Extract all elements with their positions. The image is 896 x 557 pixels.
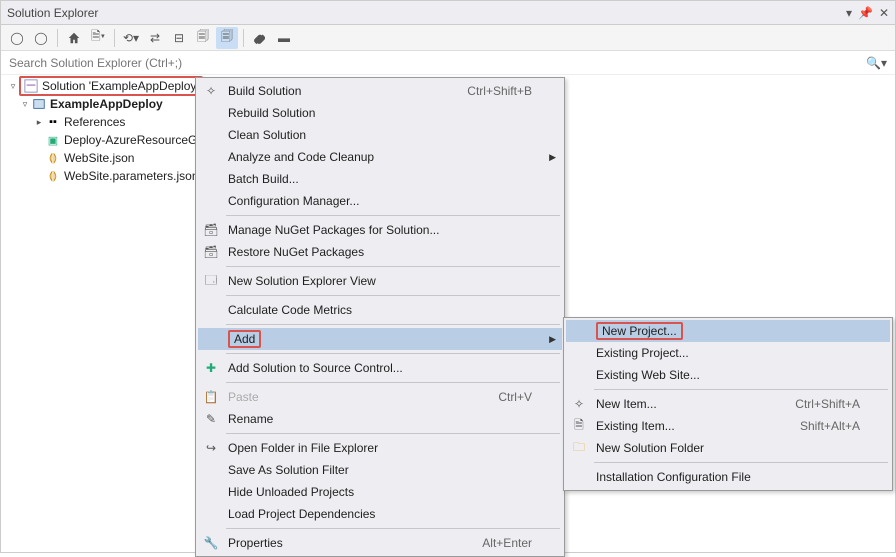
submenu-existproject[interactable]: Existing Project... — [566, 342, 890, 364]
source-icon: ✚ — [200, 357, 222, 379]
menu-rebuild[interactable]: Rebuild Solution — [198, 102, 562, 124]
properties-button[interactable] — [249, 27, 271, 49]
menu-analyze[interactable]: Analyze and Code Cleanup▶ — [198, 146, 562, 168]
menu-separator — [226, 266, 560, 267]
menu-separator — [226, 528, 560, 529]
panel-title: Solution Explorer — [7, 6, 98, 20]
rename-icon: ✎ — [200, 408, 222, 430]
menu-restore[interactable]: 🗃Restore NuGet Packages — [198, 241, 562, 263]
menu-separator — [226, 382, 560, 383]
paste-icon: 📋 — [200, 386, 222, 408]
submenu-newfolder[interactable]: 🗀New Solution Folder — [566, 437, 890, 459]
collapse-button[interactable]: ⊟ — [168, 27, 190, 49]
newitem-icon: ✧ — [568, 393, 590, 415]
solution-icon — [23, 78, 39, 94]
menu-batch[interactable]: Batch Build... — [198, 168, 562, 190]
menu-separator — [226, 295, 560, 296]
pending-button[interactable]: ⟲▾ — [120, 27, 142, 49]
submenu-existweb[interactable]: Existing Web Site... — [566, 364, 890, 386]
existitem-icon: 🗎 — [568, 415, 590, 437]
nuget-icon: 🗃 — [200, 219, 222, 241]
menu-source[interactable]: ✚Add Solution to Source Control... — [198, 357, 562, 379]
menu-separator — [226, 215, 560, 216]
menu-separator — [226, 324, 560, 325]
sync-button[interactable]: 🗎▾ — [87, 27, 109, 49]
close-icon[interactable]: ✕ — [879, 6, 889, 20]
separator — [243, 29, 244, 47]
menu-add[interactable]: Add▶ — [198, 328, 562, 350]
project-label: ExampleAppDeploy — [50, 97, 163, 111]
view-button[interactable]: ▬ — [273, 27, 295, 49]
view-icon: 🗔 — [200, 270, 222, 292]
home-button[interactable] — [63, 27, 85, 49]
solution-label: Solution 'ExampleAppDeploy' — [42, 79, 199, 93]
back-button[interactable]: ◯ — [6, 27, 28, 49]
chevron-right-icon: ▶ — [549, 334, 556, 345]
context-menu: ✧Build SolutionCtrl+Shift+B Rebuild Solu… — [195, 77, 565, 557]
menu-deps[interactable]: Load Project Dependencies — [198, 503, 562, 525]
search-icon[interactable]: 🔍▾ — [866, 56, 887, 70]
search-input[interactable] — [9, 56, 866, 70]
references-label: References — [64, 115, 125, 129]
json-icon: ⟬⟭ — [45, 150, 61, 166]
menu-separator — [226, 433, 560, 434]
submenu-install[interactable]: Installation Configuration File — [566, 466, 890, 488]
separator — [57, 29, 58, 47]
add-submenu: New Project... Existing Project... Exist… — [563, 317, 893, 491]
window-controls: ▾ 📌 ✕ — [846, 6, 889, 20]
wrench-icon: 🔧 — [200, 532, 222, 554]
expand-icon[interactable]: ▸ — [33, 117, 45, 128]
file-label: WebSite.parameters.json — [64, 169, 199, 183]
preview-button[interactable]: 🗐 — [216, 27, 238, 49]
file-label: WebSite.json — [64, 151, 134, 165]
menu-rename[interactable]: ✎Rename — [198, 408, 562, 430]
forward-button[interactable]: ◯ — [30, 27, 52, 49]
submenu-newitem[interactable]: ✧New Item...Ctrl+Shift+A — [566, 393, 890, 415]
menu-config[interactable]: Configuration Manager... — [198, 190, 562, 212]
folder-icon: ↪ — [200, 437, 222, 459]
pin-icon[interactable]: 📌 — [858, 6, 873, 20]
menu-hide[interactable]: Hide Unloaded Projects — [198, 481, 562, 503]
menu-separator — [594, 389, 888, 390]
ps-icon: ▣ — [45, 132, 61, 148]
refresh-button[interactable]: ⇄ — [144, 27, 166, 49]
search-bar[interactable]: 🔍▾ — [1, 51, 895, 75]
chevron-right-icon: ▶ — [549, 152, 556, 163]
submenu-newproject[interactable]: New Project... — [566, 320, 890, 342]
restore-icon: 🗃 — [200, 241, 222, 263]
dropdown-icon[interactable]: ▾ — [846, 6, 852, 20]
toolbar: ◯ ◯ 🗎▾ ⟲▾ ⇄ ⊟ 🗐 🗐 ▬ — [1, 25, 895, 51]
menu-separator — [226, 353, 560, 354]
build-icon: ✧ — [200, 80, 222, 102]
menu-clean[interactable]: Clean Solution — [198, 124, 562, 146]
expand-icon[interactable]: ▿ — [7, 81, 19, 92]
show-all-button[interactable]: 🗐 — [192, 27, 214, 49]
submenu-existitem[interactable]: 🗎Existing Item...Shift+Alt+A — [566, 415, 890, 437]
menu-separator — [594, 462, 888, 463]
references-icon: ▪▪ — [45, 114, 61, 130]
file-label: Deploy-AzureResourceG — [64, 133, 197, 147]
menu-props[interactable]: 🔧PropertiesAlt+Enter — [198, 532, 562, 554]
menu-filter[interactable]: Save As Solution Filter — [198, 459, 562, 481]
separator — [114, 29, 115, 47]
json-icon: ⟬⟭ — [45, 168, 61, 184]
expand-icon[interactable]: ▿ — [19, 99, 31, 110]
menu-build[interactable]: ✧Build SolutionCtrl+Shift+B — [198, 80, 562, 102]
menu-metrics[interactable]: Calculate Code Metrics — [198, 299, 562, 321]
menu-nuget[interactable]: 🗃Manage NuGet Packages for Solution... — [198, 219, 562, 241]
menu-paste: 📋PasteCtrl+V — [198, 386, 562, 408]
title-bar: Solution Explorer ▾ 📌 ✕ — [1, 1, 895, 25]
folder-icon: 🗀 — [568, 437, 590, 459]
menu-open[interactable]: ↪Open Folder in File Explorer — [198, 437, 562, 459]
project-icon — [31, 96, 47, 112]
menu-newview[interactable]: 🗔New Solution Explorer View — [198, 270, 562, 292]
